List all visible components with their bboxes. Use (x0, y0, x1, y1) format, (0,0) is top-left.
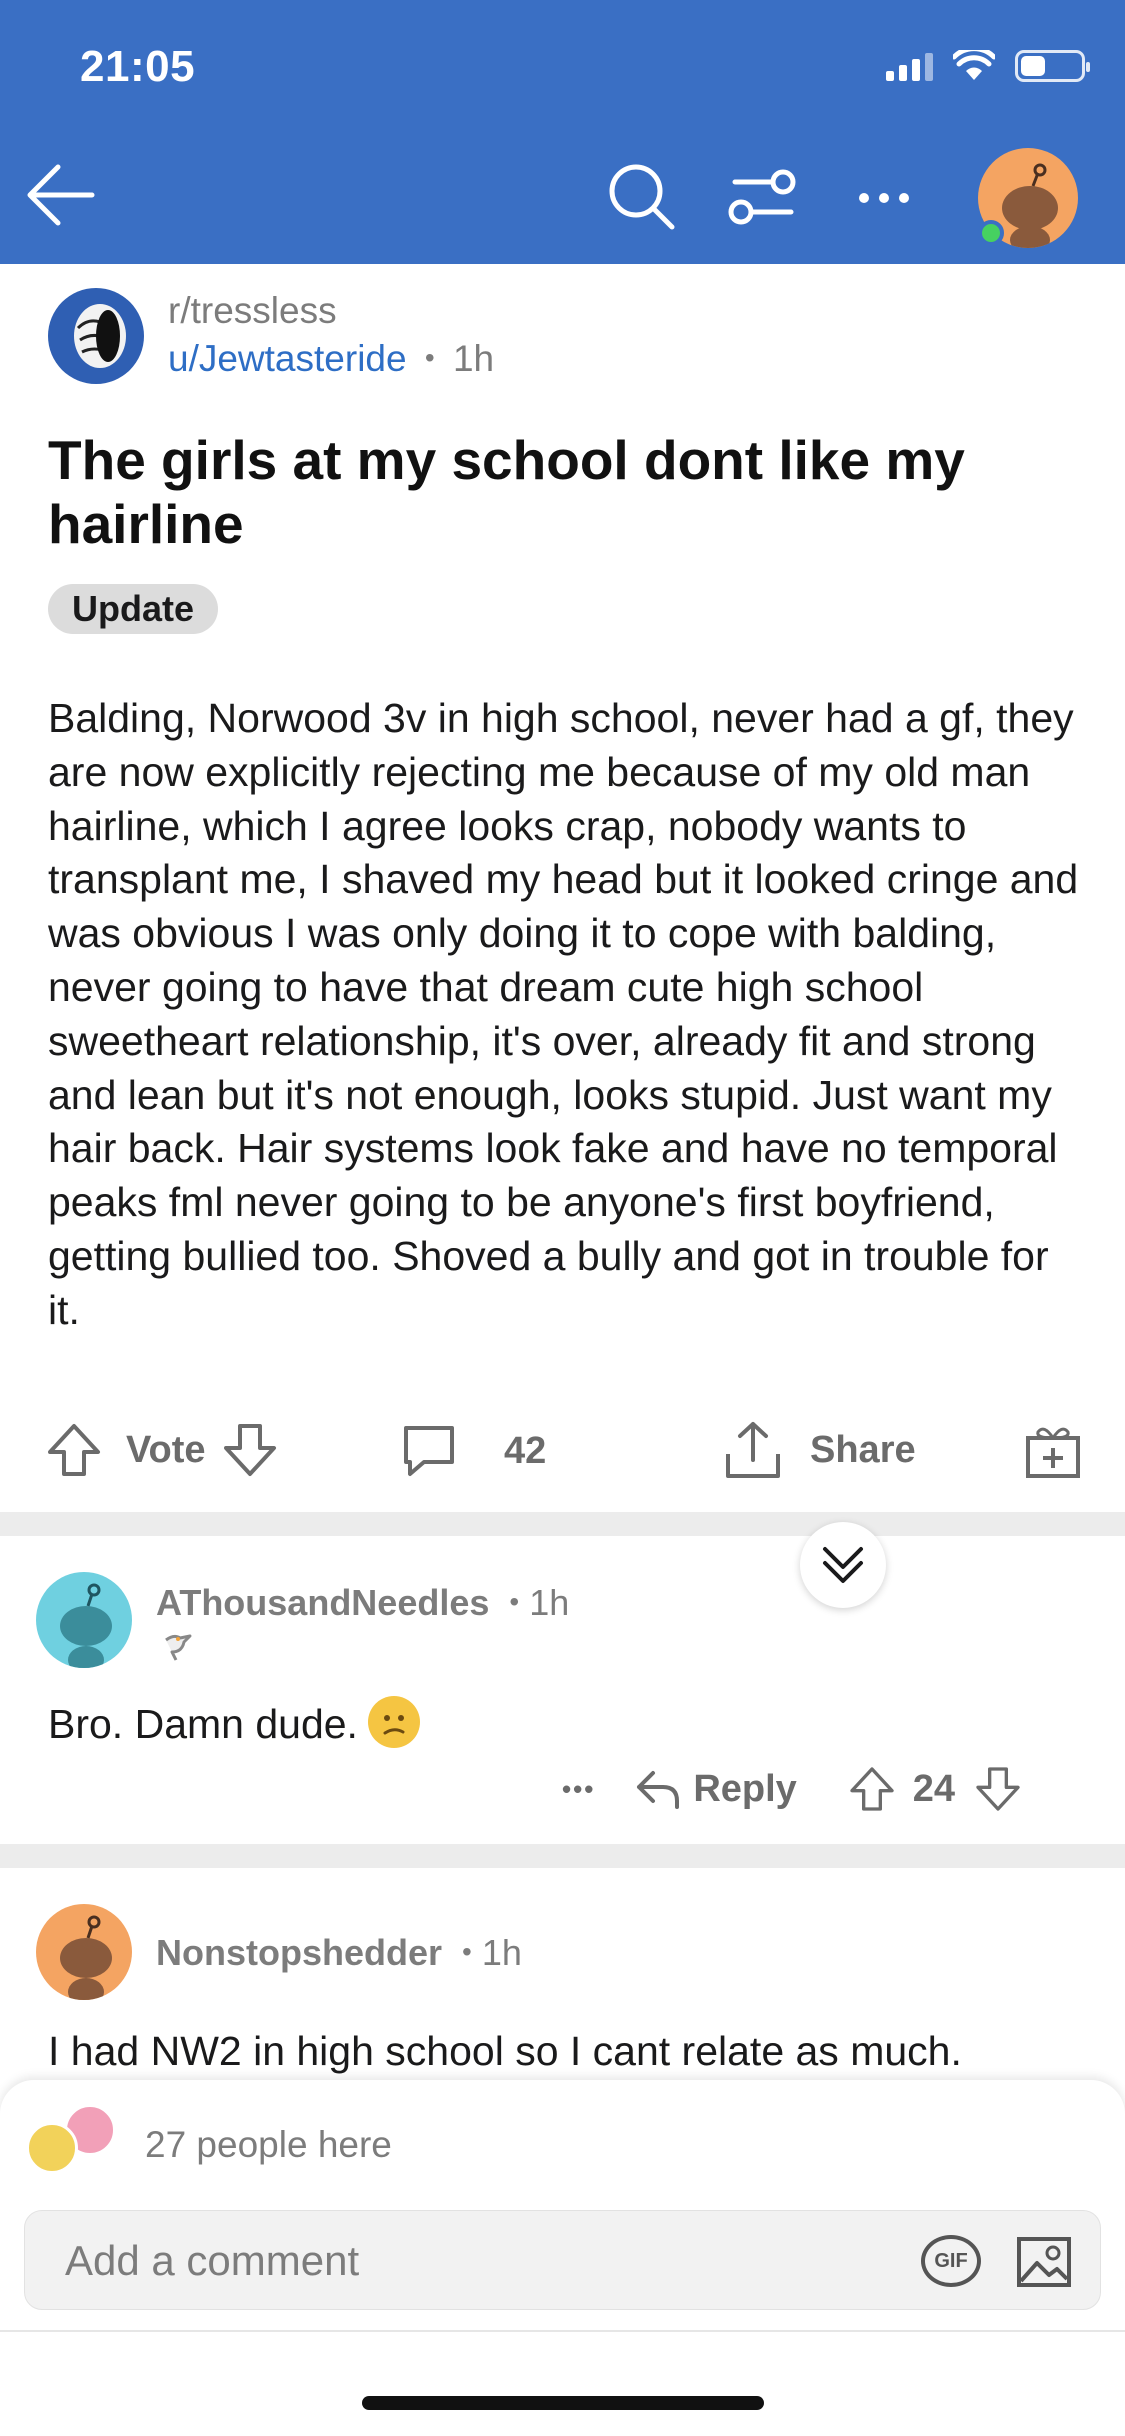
post-body: Balding, Norwood 3v in high school, neve… (48, 695, 1079, 1333)
gif-button[interactable]: GIF (921, 2235, 981, 2287)
downvote-icon[interactable] (220, 1420, 280, 1480)
image-upload-icon[interactable] (1015, 2233, 1073, 2291)
seagull-flair-icon (165, 1634, 192, 1661)
comment-avatar[interactable] (36, 1572, 132, 1668)
comment-body: Bro. Damn dude. (48, 1701, 358, 1747)
confused-face-icon (367, 1696, 420, 1748)
more-options-icon[interactable] (848, 160, 928, 240)
comment-downvote-icon[interactable] (973, 1764, 1023, 1814)
post-meta: u/Jewtasteride • 1h (168, 338, 494, 380)
vote-control: Vote (44, 1420, 280, 1480)
subreddit-label[interactable]: r/tressless (168, 290, 337, 331)
comment-avatar[interactable] (36, 1904, 132, 2000)
comment-author-name[interactable]: AThousandNeedles (156, 1582, 489, 1623)
section-divider (0, 1512, 1125, 1536)
share-icon (726, 1422, 780, 1478)
award-gift-icon[interactable] (1022, 1420, 1084, 1482)
comment-actions: ••• Reply 24 (562, 1764, 1023, 1814)
comment-count: 42 (504, 1429, 547, 1472)
vote-label: Vote (126, 1428, 206, 1471)
upvote-icon[interactable] (44, 1420, 104, 1480)
comment-score: 24 (912, 1767, 956, 1810)
comment-author[interactable]: Nonstopshedder • 1h (156, 1932, 522, 1974)
comment-more-button[interactable]: ••• (562, 1774, 595, 1805)
home-indicator[interactable] (362, 2396, 764, 2410)
snoo-icon (60, 1915, 112, 2000)
comments-button[interactable]: 42 (398, 1420, 546, 1482)
search-icon[interactable] (600, 155, 680, 235)
online-indicator (978, 220, 1004, 246)
snoo-icon (60, 1583, 112, 1668)
meta-separator: • (509, 1586, 520, 1617)
comment-age: 1h (529, 1582, 570, 1623)
people-here-count: 27 people here (145, 2124, 392, 2165)
comment-bubble-icon (404, 1426, 454, 1476)
double-chevron-down-icon (823, 1547, 863, 1583)
comment-upvote-icon[interactable] (847, 1764, 897, 1814)
post-flair[interactable]: Update (48, 584, 219, 634)
status-icons (886, 50, 1090, 82)
composer-divider (0, 2330, 1125, 2332)
post-age: 1h (452, 338, 495, 379)
reply-arrow-icon[interactable] (633, 1767, 683, 1811)
bald-head-icon (74, 304, 126, 368)
reply-label[interactable]: Reply (693, 1768, 796, 1811)
comment-text: Bro. Damn dude. (48, 1696, 420, 1748)
meta-separator: • (424, 342, 435, 373)
jump-to-next-comment-button[interactable] (800, 1522, 886, 1608)
comment-age-wrap: • 1h (452, 1932, 522, 1973)
share-label: Share (810, 1428, 916, 1471)
gif-label: GIF (934, 2250, 968, 2272)
back-arrow-icon[interactable] (20, 155, 100, 235)
sort-icon[interactable] (725, 160, 805, 240)
post-action-bar: Vote 42 Share (0, 1418, 1125, 1488)
app-header: 21:05 (0, 0, 1125, 264)
comment-input[interactable]: Add a comment GIF (24, 2210, 1101, 2310)
subreddit-avatar[interactable] (48, 288, 144, 384)
comment-author[interactable]: AThousandNeedles • 1h (156, 1582, 569, 1624)
battery-icon (1015, 50, 1090, 82)
status-time: 21:05 (80, 42, 196, 91)
signal-icon (886, 51, 933, 81)
wifi-icon (953, 50, 995, 80)
comment-author-name[interactable]: Nonstopshedder (156, 1932, 442, 1973)
participant-avatar (26, 2122, 78, 2174)
post-author[interactable]: u/Jewtasteride (168, 338, 407, 379)
share-button[interactable]: Share (722, 1418, 916, 1482)
comment-placeholder: Add a comment (65, 2237, 360, 2284)
comment-divider (0, 1844, 1125, 1868)
comment-age: 1h (481, 1932, 522, 1973)
meta-separator: • (462, 1936, 472, 1967)
comment-text: I had NW2 in high school so I cant relat… (48, 2028, 962, 2074)
post-title: The girls at my school dont like my hair… (48, 429, 965, 555)
subreddit-name[interactable]: r/tressless (168, 290, 337, 332)
comment-age-wrap: • 1h (499, 1582, 569, 1623)
